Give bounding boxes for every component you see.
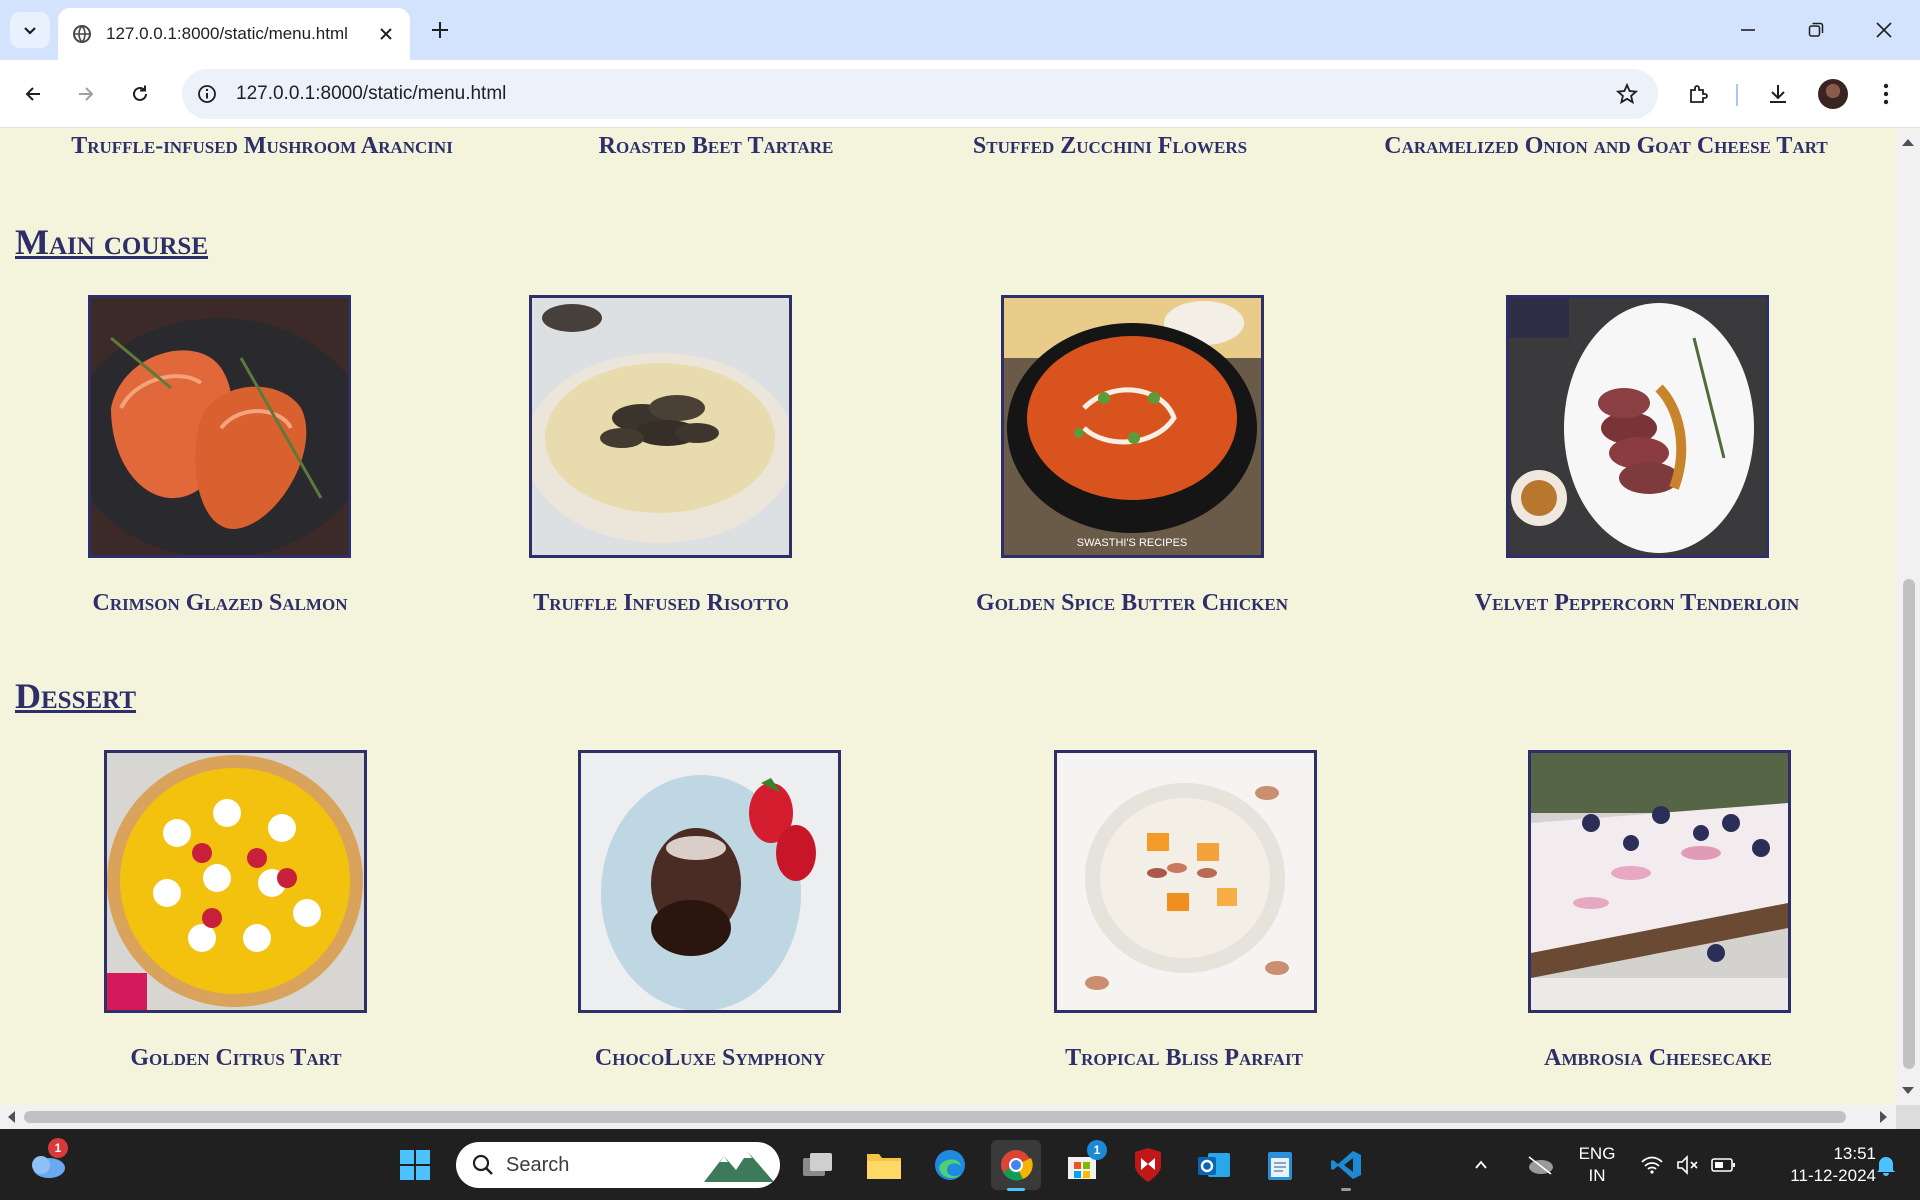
dish-title: Tropical Bliss Parfait <box>1065 1045 1303 1071</box>
file-explorer-icon[interactable] <box>859 1140 909 1190</box>
kebab-menu-icon[interactable] <box>1868 76 1904 112</box>
dish-title: Golden Spice Butter Chicken <box>976 590 1288 616</box>
dish-title: Stuffed Zucchini Flowers <box>972 133 1248 159</box>
notification-bell-icon[interactable] <box>1866 1140 1906 1190</box>
starters-title-row: Truffle-infused Mushroom Arancini Roaste… <box>0 133 1896 173</box>
cheesecake-photo <box>1528 750 1791 1013</box>
scroll-down-arrow-icon[interactable] <box>1902 1087 1914 1094</box>
language-line: ENG <box>1578 1144 1616 1163</box>
dish-title: Golden Citrus Tart <box>130 1045 342 1071</box>
search-icon <box>472 1154 493 1175</box>
chrome-browser-icon[interactable] <box>991 1140 1041 1191</box>
horizontal-scrollbar[interactable] <box>0 1105 1896 1129</box>
dish-title: Crimson Glazed Salmon <box>92 590 348 616</box>
dish-title: Truffle Infused Risotto <box>533 590 789 616</box>
citrus-tart-photo <box>104 750 367 1013</box>
reload-icon[interactable] <box>122 76 158 112</box>
dish-title: ChocoLuxe Symphony <box>594 1045 826 1071</box>
minimize-icon[interactable] <box>1728 10 1768 50</box>
image-watermark: SWASTHI'S RECIPES <box>1077 537 1188 549</box>
bookmark-star-icon[interactable] <box>1614 81 1640 107</box>
tenderloin-photo <box>1506 295 1769 558</box>
horizontal-scroll-thumb[interactable] <box>24 1111 1846 1123</box>
dish-title: Roasted Beet Tartare <box>598 133 834 159</box>
dish-title: Truffle-infused Mushroom Arancini <box>71 133 453 159</box>
close-window-icon[interactable] <box>1864 10 1904 50</box>
parfait-photo <box>1054 750 1317 1013</box>
back-arrow-icon[interactable] <box>15 76 51 112</box>
tab-search-button[interactable] <box>10 12 50 48</box>
speaker-muted-icon[interactable] <box>1672 1140 1704 1190</box>
notepad-icon[interactable] <box>1255 1140 1305 1190</box>
dish-title: Velvet Peppercorn Tenderloin <box>1474 590 1800 616</box>
restore-icon[interactable] <box>1796 10 1836 50</box>
mountain-illustration-icon <box>704 1152 774 1182</box>
extensions-puzzle-icon[interactable] <box>1680 76 1716 112</box>
chevron-down-icon <box>24 27 36 35</box>
tab-title: 127.0.0.1:8000/static/menu.html <box>106 24 348 43</box>
profile-avatar[interactable] <box>1818 79 1848 109</box>
weather-cloud-icon[interactable]: 1 <box>22 1138 72 1190</box>
active-app-indicator <box>1007 1188 1025 1191</box>
store-badge: 1 <box>1087 1140 1107 1160</box>
windows-start-icon[interactable] <box>390 1140 440 1190</box>
url-text[interactable]: 127.0.0.1:8000/static/menu.html <box>236 83 506 105</box>
globe-icon <box>72 24 92 44</box>
language-indicator[interactable]: ENG IN <box>1576 1143 1618 1187</box>
address-bar[interactable]: 127.0.0.1:8000/static/menu.html <box>182 69 1658 119</box>
scroll-up-arrow-icon[interactable] <box>1902 139 1914 146</box>
clock[interactable]: 13:51 11-12-2024 <box>1756 1143 1876 1187</box>
taskbar: 1 Search 1 ENG IN 13:51 11-12-2024 <box>0 1129 1920 1200</box>
clock-date: 11-12-2024 <box>1790 1166 1876 1185</box>
site-info-icon[interactable] <box>194 81 220 107</box>
scroll-right-arrow-icon[interactable] <box>1880 1111 1887 1123</box>
new-tab-plus-icon[interactable] <box>424 14 456 46</box>
browser-tab-bar: 127.0.0.1:8000/static/menu.html <box>0 0 1920 60</box>
vertical-scrollbar[interactable] <box>1896 129 1920 1105</box>
scrollbar-corner <box>1896 1105 1920 1129</box>
wifi-icon[interactable] <box>1636 1140 1668 1190</box>
salmon-photo <box>88 295 351 558</box>
butter-chicken-photo: SWASTHI'S RECIPES <box>1001 295 1264 558</box>
close-tab-icon[interactable] <box>376 24 396 44</box>
vertical-scroll-thumb[interactable] <box>1903 579 1915 1069</box>
dish-title: Ambrosia Cheesecake <box>1544 1045 1772 1071</box>
risotto-photo <box>529 295 792 558</box>
edge-browser-icon[interactable] <box>925 1140 975 1190</box>
vscode-icon[interactable] <box>1321 1140 1371 1191</box>
main-course-heading: Main course <box>15 222 209 262</box>
download-icon[interactable] <box>1760 76 1796 112</box>
battery-icon[interactable] <box>1708 1140 1740 1190</box>
dish-title: Caramelized Onion and Goat Cheese Tart <box>1384 133 1828 159</box>
mcafee-shield-icon[interactable] <box>1123 1140 1173 1190</box>
microsoft-store-icon[interactable]: 1 <box>1057 1140 1107 1190</box>
taskbar-search-box[interactable]: Search <box>456 1142 780 1188</box>
lava-cake-photo <box>578 750 841 1013</box>
page-viewport: Truffle-infused Mushroom Arancini Roaste… <box>0 129 1896 1105</box>
task-view-icon[interactable] <box>793 1140 843 1190</box>
toolbar-separator <box>1736 84 1738 106</box>
active-tab[interactable]: 127.0.0.1:8000/static/menu.html <box>58 8 410 60</box>
chevron-up-icon[interactable] <box>1466 1140 1496 1190</box>
region-line: IN <box>1588 1166 1606 1185</box>
onedrive-offline-icon[interactable] <box>1524 1140 1556 1190</box>
search-placeholder: Search <box>506 1154 570 1176</box>
forward-arrow-icon[interactable] <box>68 76 104 112</box>
browser-toolbar: 127.0.0.1:8000/static/menu.html <box>0 60 1920 128</box>
scroll-left-arrow-icon[interactable] <box>8 1111 15 1123</box>
running-app-indicator <box>1341 1188 1351 1191</box>
clock-time: 13:51 <box>1833 1144 1876 1163</box>
outlook-icon[interactable] <box>1189 1140 1239 1190</box>
dessert-heading: Dessert <box>15 676 137 716</box>
weather-badge: 1 <box>48 1138 68 1158</box>
